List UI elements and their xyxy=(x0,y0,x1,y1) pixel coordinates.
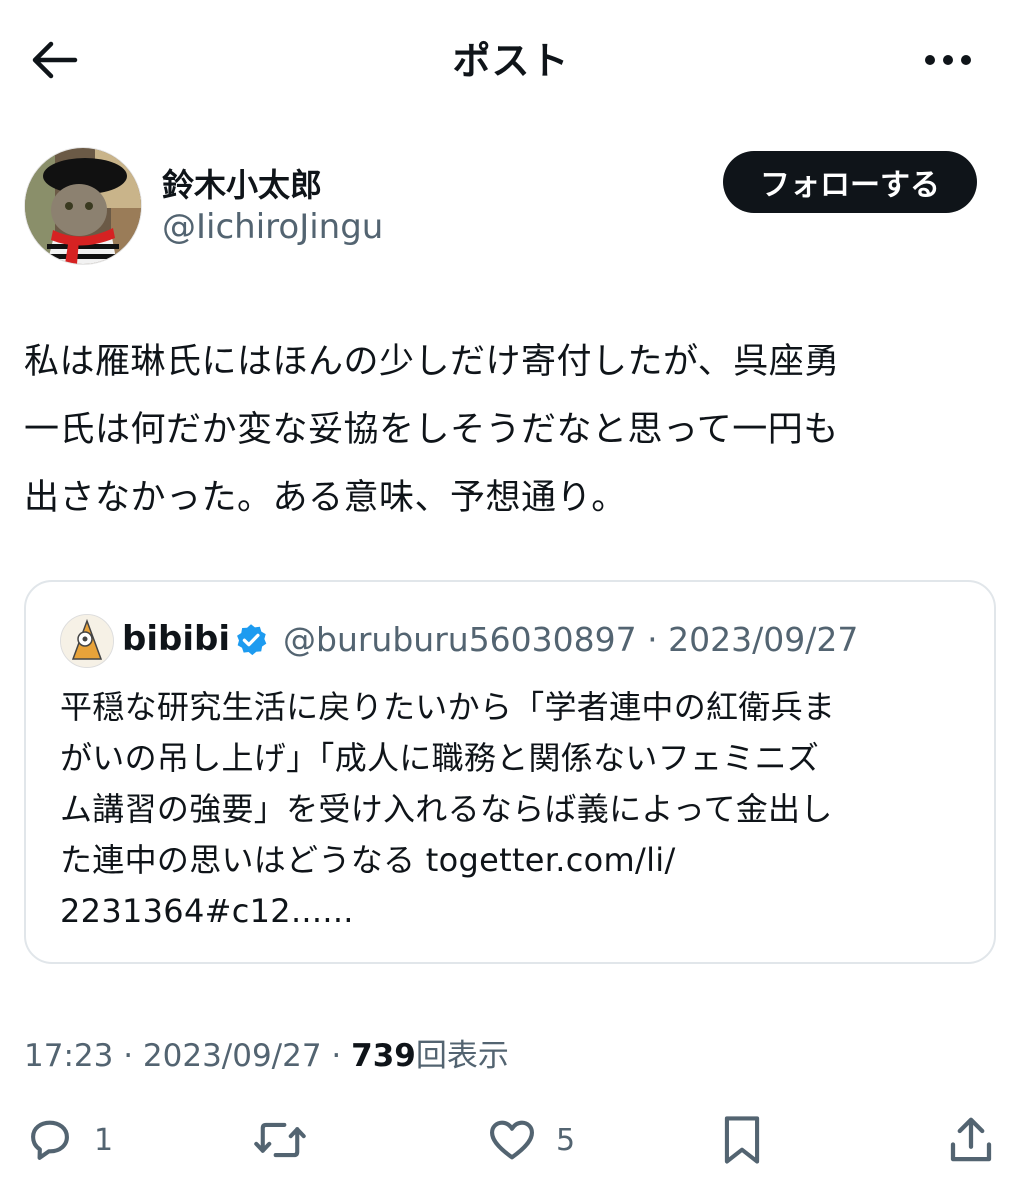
quoted-tweet-text: 平穏な研究生活に戻りたいから「学者連中の紅衛兵ま がいの吊し上げ」「成人に職務と… xyxy=(60,682,960,937)
quoted-handle-date: @buruburu56030897 · 2023/09/27 xyxy=(283,620,859,659)
like-icon xyxy=(490,1120,534,1160)
tweet-meta: 17:23 · 2023/09/27 · 739回表示 xyxy=(24,1030,509,1075)
reply-button[interactable]: 1 xyxy=(24,1110,113,1170)
quoted-text-line: 平穏な研究生活に戻りたいから「学者連中の紅衛兵ま xyxy=(60,688,836,726)
repost-button[interactable] xyxy=(252,1110,308,1170)
reply-icon xyxy=(31,1120,69,1160)
share-icon xyxy=(950,1117,992,1162)
author-display-name[interactable]: 鈴木小太郎 xyxy=(162,160,322,206)
tweet-text-line: 私は雁琳氏にはほんの少しだけ寄付したが、呉座勇 xyxy=(24,342,840,382)
verified-badge-icon xyxy=(237,624,267,656)
like-button[interactable]: 5 xyxy=(486,1110,575,1170)
quoted-author-avatar xyxy=(60,614,114,668)
tweet-timestamp[interactable]: 17:23 · 2023/09/27 · xyxy=(24,1038,351,1074)
page-title: ポスト xyxy=(452,39,570,83)
more-horizontal-icon xyxy=(925,55,971,65)
quoted-text-line: ム講習の強要」を受け入れるならば義によって金出し xyxy=(60,790,833,828)
like-count: 5 xyxy=(556,1122,576,1158)
views-label: 回表示 xyxy=(415,1038,509,1074)
share-button[interactable] xyxy=(944,1110,998,1170)
quoted-text-line: た連中の思いはどうなる togetter.com/li/ xyxy=(60,841,676,879)
author-avatar[interactable] xyxy=(24,147,142,265)
tweet-text-line: 一氏は何だか変な妥協をしそうだなと思って一円も xyxy=(24,410,839,450)
bookmark-button[interactable] xyxy=(716,1110,768,1170)
bookmark-icon xyxy=(724,1116,760,1164)
quoted-author-name: bibibi xyxy=(122,619,230,659)
views-count: 739 xyxy=(351,1038,416,1074)
tweet-text: 私は雁琳氏にはほんの少しだけ寄付したが、呉座勇 一氏は何だか変な妥協をしそうだな… xyxy=(24,328,999,532)
quoted-tweet-card[interactable]: bibibi @buruburu56030897 · 2023/09/27 平穏… xyxy=(24,580,996,964)
reply-count: 1 xyxy=(94,1122,114,1158)
quoted-text-line: がいの吊し上げ」「成人に職務と関係ないフェミニズ xyxy=(60,739,820,777)
tweet-text-line: 出さなかった。ある意味、予想通り。 xyxy=(24,478,627,518)
repost-icon xyxy=(254,1122,306,1158)
more-button[interactable] xyxy=(920,40,976,80)
quoted-text-line: 2231364#c12...... xyxy=(60,892,354,930)
follow-button[interactable]: フォローする xyxy=(723,151,977,213)
top-bar: ポスト xyxy=(0,0,1022,118)
author-handle[interactable]: @IichiroJingu xyxy=(162,207,383,247)
